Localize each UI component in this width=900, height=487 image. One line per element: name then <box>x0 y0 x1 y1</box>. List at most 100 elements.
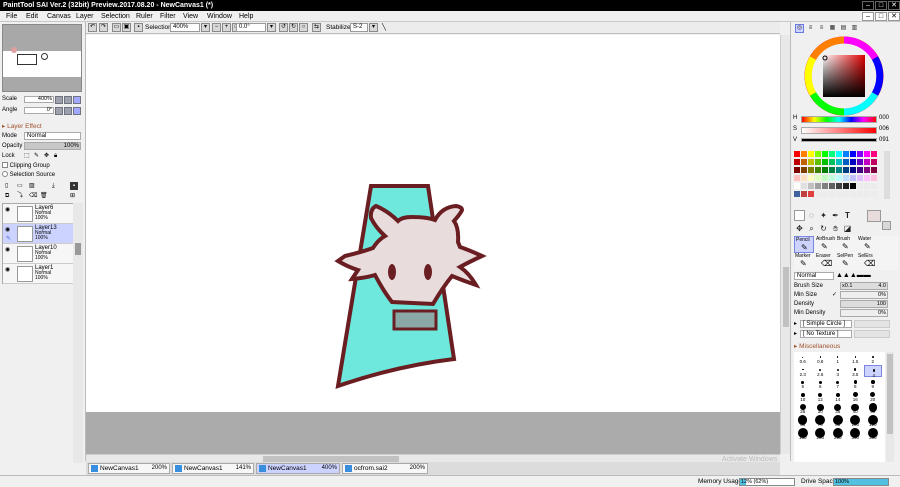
layer-effect-header[interactable]: ▸ Layer Effect <box>2 122 42 130</box>
color-swatch[interactable] <box>871 183 877 189</box>
color-swatch[interactable] <box>822 151 828 157</box>
doc-close-button[interactable]: ✕ <box>888 12 900 21</box>
brush-size-preset[interactable]: 0.6 <box>794 352 812 365</box>
eye-icon[interactable]: ◉ <box>5 247 14 253</box>
color-swatch[interactable] <box>829 159 835 165</box>
swatch-tab-icon[interactable]: ▥ <box>850 24 859 33</box>
eye-icon[interactable]: ◉ <box>5 267 14 273</box>
color-swatch[interactable] <box>829 151 835 157</box>
color-swatch[interactable] <box>864 175 870 181</box>
eye-icon[interactable]: ◉ <box>5 207 14 213</box>
color-swatch[interactable] <box>850 151 856 157</box>
brush-mode-select[interactable]: Normal <box>794 272 834 280</box>
color-swatch[interactable] <box>808 175 814 181</box>
new-set-icon[interactable]: ▭ <box>17 182 23 190</box>
color-swatch[interactable] <box>864 191 870 197</box>
show-selection-checkbox[interactable]: ▪ <box>134 23 143 32</box>
canvas-tab[interactable]: ocfrom.sai2 200% <box>342 463 428 474</box>
color-swatch[interactable] <box>815 183 821 189</box>
doc-restore-button[interactable]: □ <box>875 12 887 21</box>
merge-icon[interactable]: ▪ <box>70 182 78 190</box>
zoom-dropdown-icon[interactable]: ▾ <box>201 23 210 32</box>
brush-texture-select[interactable]: [ No Texture ] <box>800 330 852 338</box>
brush-size-preset[interactable]: 35 <box>829 402 847 415</box>
color-swatch[interactable] <box>843 183 849 189</box>
color-swatch[interactable] <box>801 159 807 165</box>
brush-size-preset[interactable]: 2.6 <box>812 365 830 378</box>
background-color-swatch[interactable] <box>882 221 891 230</box>
clipping-checkbox[interactable] <box>2 162 8 169</box>
brush-edge-shapes[interactable]: ▲▲▲▬▬ <box>836 272 871 280</box>
brush-size-preset[interactable]: 1.5 <box>847 352 865 365</box>
brush-shape-select[interactable]: [ Simple Circle ] <box>800 320 852 328</box>
layer-item[interactable]: ◉ Layer6 Normal 100% <box>3 204 73 224</box>
color-swatch[interactable] <box>829 167 835 173</box>
min-size-checkbox[interactable]: ✓ <box>832 291 837 299</box>
brush-size-preset[interactable]: 0.8 <box>812 352 830 365</box>
canvas-tab[interactable]: NewCanvas1 141% <box>172 463 254 474</box>
color-swatch[interactable] <box>822 175 828 181</box>
lock-move-icon[interactable]: ✥ <box>44 152 49 160</box>
menu-edit[interactable]: Edit <box>26 12 38 21</box>
redo-icon[interactable]: ↷ <box>99 23 108 32</box>
brush-size-preset[interactable]: 2.3 <box>794 365 812 378</box>
color-swatch[interactable] <box>808 191 814 197</box>
brush-size-preset[interactable]: 16 <box>847 390 865 403</box>
color-swatch[interactable] <box>829 175 835 181</box>
selsource-row[interactable]: Selection Source <box>2 171 55 179</box>
mode-select[interactable]: Normal <box>24 132 81 140</box>
color-swatch[interactable] <box>843 191 849 197</box>
color-swatch[interactable] <box>871 175 877 181</box>
color-swatch[interactable] <box>857 191 863 197</box>
color-swatch[interactable] <box>843 159 849 165</box>
s-slider[interactable] <box>801 127 877 134</box>
angle-dropdown-icon[interactable]: ▾ <box>267 23 276 32</box>
menu-canvas[interactable]: Canvas <box>47 12 71 21</box>
brush-size-preset[interactable]: 50 <box>864 402 882 415</box>
color-swatch[interactable] <box>808 167 814 173</box>
airbrush-tool[interactable]: AirBrush ✎ <box>815 236 835 253</box>
color-swatch[interactable] <box>822 159 828 165</box>
color-swatch[interactable] <box>836 167 842 173</box>
density-slider[interactable]: 100 <box>840 300 888 308</box>
color-swatch[interactable] <box>815 175 821 181</box>
maximize-button[interactable]: □ <box>875 1 887 10</box>
selsource-checkbox[interactable] <box>2 171 8 178</box>
brush-size-preset[interactable]: 60 <box>794 415 812 428</box>
menu-filter[interactable]: Filter <box>160 12 176 21</box>
h-slider[interactable] <box>801 116 877 123</box>
opacity-slider[interactable]: 100% <box>24 142 81 150</box>
selers-tool[interactable]: SelErs ⌫ <box>857 253 879 270</box>
color-swatch[interactable] <box>836 183 842 189</box>
color-swatch[interactable] <box>794 151 800 157</box>
color-swatch[interactable] <box>794 159 800 165</box>
zoom-in-icon[interactable]: + <box>222 23 231 32</box>
color-swatch[interactable] <box>808 151 814 157</box>
color-swatch[interactable] <box>794 191 800 197</box>
rotate-left-button[interactable] <box>55 107 63 115</box>
water-tool[interactable]: Water ✎ <box>857 236 879 253</box>
misc-header[interactable]: ▸ Miscellaneous <box>794 342 840 350</box>
color-wheel[interactable] <box>804 36 884 116</box>
brush-size-preset[interactable]: 30 <box>812 402 830 415</box>
stabilizer-field[interactable]: S-2 <box>350 23 368 32</box>
color-swatch[interactable] <box>794 175 800 181</box>
scratchpad-tab-icon[interactable]: ▤ <box>839 24 848 33</box>
color-swatch[interactable] <box>843 167 849 173</box>
brush-size-preset[interactable]: 200 <box>812 427 830 441</box>
color-swatch[interactable] <box>857 167 863 173</box>
current-color-swatch[interactable] <box>867 210 881 222</box>
rotate-reset-button[interactable] <box>73 107 81 115</box>
hand-tool-icon[interactable]: ✋︎ <box>830 223 841 234</box>
color-wheel-tab-icon[interactable]: ◎ <box>795 24 804 33</box>
copy-layer-icon[interactable]: ⧉ <box>5 192 9 200</box>
lasso-tool-icon[interactable]: ◌ <box>806 210 817 221</box>
brush-size-preset[interactable]: 4 <box>864 364 882 378</box>
color-swatch[interactable] <box>801 167 807 173</box>
transfer-down-icon[interactable]: ⤓ <box>52 182 55 190</box>
brush-size-preset[interactable]: 20 <box>864 390 882 403</box>
zoom-reset-button[interactable] <box>73 96 81 104</box>
brush-size-preset[interactable]: 1 <box>829 352 847 365</box>
canvas-tab-active[interactable]: NewCanvas1 400% <box>256 463 340 474</box>
lock-all-icon[interactable]: 🔒︎ <box>54 152 57 160</box>
